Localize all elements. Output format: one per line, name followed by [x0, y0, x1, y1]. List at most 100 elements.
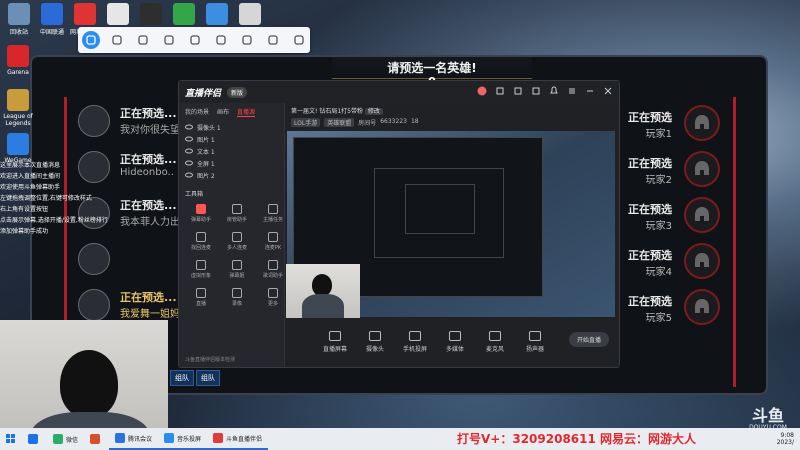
- toolbox-item[interactable]: 虚拟形象: [185, 258, 217, 282]
- helmet-icon: [684, 151, 720, 187]
- toolbox-item[interactable]: 弹幕姬: [221, 258, 253, 282]
- stream-meta-item: 6633223: [380, 118, 407, 125]
- toolbox-item[interactable]: 多人连麦: [221, 230, 253, 254]
- toolbox-grid: 弹幕助手 房管助手 主播任务 找回连麦 多人连麦 连麦PK 虚拟形象 弹幕姬 歌词助手 直播 录像更…: [179, 202, 284, 310]
- hamburger-icon[interactable]: [567, 86, 577, 96]
- desktop-icon[interactable]: [169, 3, 199, 27]
- stream-meta-item[interactable]: 英雄联盟: [324, 118, 355, 127]
- desktop-icon[interactable]: [136, 3, 166, 27]
- sidebar-tab[interactable]: 直播源: [237, 107, 256, 117]
- scene-item-label: 文本 1: [197, 148, 215, 156]
- minimize-icon[interactable]: [585, 86, 595, 96]
- app-action-button[interactable]: 多媒体: [441, 331, 469, 353]
- record-icon[interactable]: [513, 86, 523, 96]
- toolbox-item[interactable]: 房管助手: [221, 202, 253, 226]
- taskbar-app[interactable]: [84, 428, 109, 450]
- taskbar-app[interactable]: 腾讯会议: [109, 428, 159, 450]
- action-label: 直播屏幕: [322, 346, 347, 353]
- tool-icon: [268, 260, 278, 270]
- app-action-button[interactable]: 摄像头: [361, 331, 389, 353]
- avatar-icon[interactable]: [477, 86, 487, 96]
- screen-icon[interactable]: [186, 31, 204, 49]
- scene-item-label: 全屏 1: [197, 160, 215, 168]
- team-tab[interactable]: 组队: [170, 370, 194, 386]
- desktop-icon[interactable]: [235, 3, 265, 27]
- action-icon: [409, 331, 421, 341]
- brush-icon[interactable]: [212, 31, 230, 49]
- scene-item[interactable]: 摄像头 1: [179, 121, 284, 133]
- desktop-icon[interactable]: 回收站: [4, 3, 34, 36]
- tool-icon: [232, 204, 242, 214]
- action-label: 扬声器: [525, 346, 544, 353]
- tool-icon: [196, 288, 206, 298]
- eye-icon: [185, 124, 193, 130]
- toolbox-item[interactable]: 弹幕助手: [185, 202, 217, 226]
- scene-item-label: 图片 1: [197, 136, 215, 144]
- tool-icon: [196, 232, 206, 242]
- app-icon: [90, 434, 101, 444]
- desktop-icon[interactable]: WeGame: [3, 133, 33, 164]
- go-live-button[interactable]: 开始直播: [568, 332, 609, 347]
- tool-icon: [196, 260, 206, 270]
- camera-icon[interactable]: [134, 31, 152, 49]
- app-action-button[interactable]: 手机投屏: [401, 331, 429, 353]
- taskbar-app[interactable]: 微信: [47, 428, 84, 450]
- player-status: 正在预选: [628, 157, 672, 170]
- sidebar-tab[interactable]: 画布: [217, 107, 229, 117]
- action-icon: [489, 331, 501, 341]
- toolbox-item[interactable]: 找回连麦: [185, 230, 217, 254]
- webcam-preview-small: [286, 264, 360, 318]
- desktop-icon[interactable]: Garena: [3, 45, 33, 76]
- tool-icon: [232, 232, 242, 242]
- bell-icon[interactable]: [549, 86, 559, 96]
- toolbox-item[interactable]: 直播: [185, 286, 217, 310]
- desktop-icon[interactable]: 中国联通: [37, 3, 67, 36]
- gift-icon[interactable]: [531, 86, 541, 96]
- scene-item[interactable]: 全屏 1: [179, 157, 284, 169]
- action-icon: [329, 331, 341, 341]
- taskbar-app[interactable]: [22, 428, 47, 450]
- scene-item[interactable]: 文本 1: [179, 145, 284, 157]
- taskbar-clock[interactable]: 9:08 2023/: [777, 432, 794, 446]
- toolbox-item[interactable]: 录像: [221, 286, 253, 310]
- app-action-button[interactable]: 直播屏幕: [321, 331, 349, 353]
- fullscreen-icon[interactable]: [108, 31, 126, 49]
- right-team-bar: [733, 97, 736, 387]
- user-icon[interactable]: [82, 31, 100, 49]
- menu-icon[interactable]: [495, 86, 505, 96]
- screenshot-icon[interactable]: [160, 31, 178, 49]
- stream-edit-button[interactable]: 修改: [364, 108, 383, 115]
- tool-label: 录像: [231, 301, 242, 307]
- desktop-icon[interactable]: [103, 3, 133, 27]
- player-name: 玩家2: [645, 175, 672, 186]
- start-button[interactable]: [0, 428, 22, 450]
- sidebar-tab[interactable]: 我的场景: [185, 107, 209, 117]
- stream-meta-item[interactable]: LOL手游: [291, 118, 321, 127]
- app-action-button[interactable]: 扬声器: [521, 331, 549, 353]
- taskbar-app-label: 微信: [66, 436, 79, 444]
- close-icon[interactable]: [603, 86, 613, 96]
- left-team-slot[interactable]: 正在预选... 我对你很失望Q: [32, 99, 188, 143]
- watermark-text: 打号V+：3209208611 网易云：网游大人: [457, 432, 697, 446]
- scene-item[interactable]: 图片 2: [179, 169, 284, 181]
- helmet-icon: [684, 243, 720, 279]
- gear-icon[interactable]: [264, 31, 282, 49]
- scene-item[interactable]: 图片 1: [179, 133, 284, 145]
- streaming-app-window[interactable]: 直播伴侣 新版 我的场景 画布 直播源 摄像头 1 图片 1 文本 1 全屏 1…: [178, 80, 620, 368]
- taskbar-app-label: 斗鱼直播伴侣: [226, 435, 263, 443]
- tool-label: 弹幕助手: [190, 217, 211, 223]
- scene-item-label: 摄像头 1: [197, 124, 221, 132]
- action-label: 麦克风: [485, 346, 504, 353]
- taskbar-app[interactable]: 音乐投屏: [158, 428, 208, 450]
- taskbar-app[interactable]: 斗鱼直播伴侣: [207, 428, 269, 450]
- stream-title[interactable]: 第一届文! 钻石局1打5带粉: [291, 108, 363, 115]
- app-version-badge[interactable]: 新版: [227, 86, 248, 98]
- left-team-slot[interactable]: [32, 237, 182, 281]
- desktop-icon[interactable]: [202, 3, 232, 27]
- app-action-button[interactable]: 麦克风: [481, 331, 509, 353]
- grid-icon[interactable]: [238, 31, 256, 49]
- desktop-icon[interactable]: League of Legends: [3, 89, 33, 127]
- team-tab[interactable]: 组队: [196, 370, 220, 386]
- app-sidebar: 我的场景 画布 直播源 摄像头 1 图片 1 文本 1 全屏 1 图片 2 工具箱 弹幕助手…: [179, 103, 285, 367]
- headset-icon[interactable]: [290, 31, 308, 49]
